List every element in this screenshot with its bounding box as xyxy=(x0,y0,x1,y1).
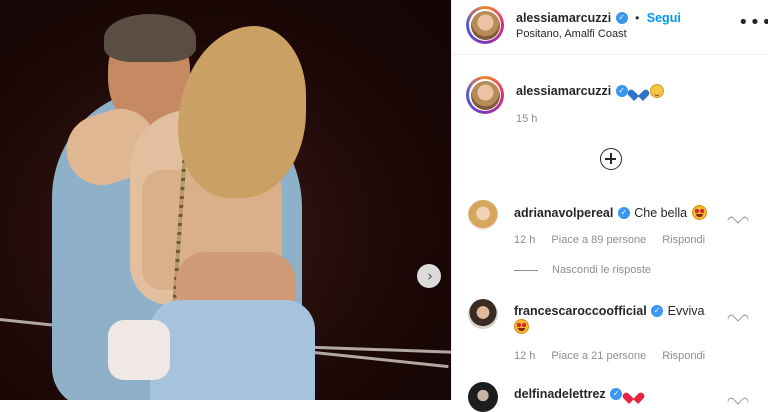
verified-badge-icon: ✓ xyxy=(610,387,623,400)
replies-divider xyxy=(514,269,538,271)
post-location[interactable]: Positano, Amalfi Coast xyxy=(516,28,627,40)
blue-heart-icon xyxy=(632,85,645,97)
comment-likes[interactable]: Piace a 21 persone xyxy=(551,350,646,362)
comment-meta: 12 h Piace a 21 persone Rispondi xyxy=(514,350,705,362)
hide-replies-label: Nascondi le risposte xyxy=(552,264,652,276)
caption-avatar[interactable] xyxy=(466,76,504,114)
verified-badge-icon: ✓ xyxy=(617,206,630,219)
comment-text: Che bella xyxy=(634,206,688,220)
load-more-comments-icon[interactable] xyxy=(600,148,622,170)
comment-time: 12 h xyxy=(514,350,536,362)
like-comment-icon[interactable] xyxy=(732,212,744,223)
red-heart-icon xyxy=(627,388,640,400)
comment-row: francescaroccoofficial ✓ Evviva xyxy=(514,302,704,320)
chevron-right-icon: › xyxy=(427,266,433,285)
comment-row: adrianavolpereal ✓ Che bella xyxy=(514,204,707,222)
verified-badge-icon: ✓ xyxy=(615,84,628,97)
commenter-avatar[interactable] xyxy=(468,382,498,412)
comment-text: Evviva xyxy=(667,304,705,318)
verified-badge-icon: ✓ xyxy=(615,11,628,24)
caption: alessiamarcuzzi ✓ xyxy=(516,82,664,100)
verified-badge-icon: ✓ xyxy=(651,304,664,317)
post-photo[interactable]: › xyxy=(0,0,451,400)
comment-username[interactable]: francescaroccoofficial xyxy=(514,304,647,318)
star-struck-emoji-icon xyxy=(514,319,529,335)
follow-button[interactable]: Segui xyxy=(647,11,681,25)
star-struck-emoji-icon xyxy=(691,205,707,221)
commenter-avatar[interactable] xyxy=(468,200,498,230)
post-side-panel: alessiamarcuzzi ✓ • Segui Positano, Amal… xyxy=(451,0,768,412)
like-comment-icon[interactable] xyxy=(732,310,744,321)
reply-button[interactable]: Rispondi xyxy=(662,234,705,246)
author-avatar[interactable] xyxy=(466,6,504,44)
handbag xyxy=(108,320,170,380)
next-photo-button[interactable]: › xyxy=(417,264,441,288)
like-comment-icon[interactable] xyxy=(732,393,744,404)
comment-username[interactable]: adrianavolpereal xyxy=(514,206,613,220)
separator-dot: • xyxy=(635,11,640,25)
smiling-face-icon xyxy=(649,83,664,98)
comment-row: delfinadelettrez ✓ xyxy=(514,385,640,403)
author-username[interactable]: alessiamarcuzzi xyxy=(516,11,611,25)
comment-likes[interactable]: Piace a 89 persone xyxy=(551,234,646,246)
comment-time: 12 h xyxy=(514,234,536,246)
more-options-icon[interactable]: ••• xyxy=(738,14,768,32)
comment-emoji-line xyxy=(514,318,529,336)
reply-button[interactable]: Rispondi xyxy=(662,350,705,362)
avatar-image xyxy=(470,10,500,40)
comment-meta: 12 h Piace a 89 persone Rispondi xyxy=(514,234,705,246)
caption-time: 15 h xyxy=(516,113,538,125)
comment-username[interactable]: delfinadelettrez xyxy=(514,387,606,401)
jeans xyxy=(150,300,315,400)
hide-replies-button[interactable]: Nascondi le risposte xyxy=(514,264,651,276)
man-hair xyxy=(104,14,196,62)
post-header: alessiamarcuzzi ✓ • Segui Positano, Amal… xyxy=(452,0,768,55)
commenter-avatar[interactable] xyxy=(468,299,498,329)
avatar-image xyxy=(470,80,500,110)
caption-username[interactable]: alessiamarcuzzi xyxy=(516,84,611,98)
author-line: alessiamarcuzzi ✓ • Segui xyxy=(516,9,681,27)
